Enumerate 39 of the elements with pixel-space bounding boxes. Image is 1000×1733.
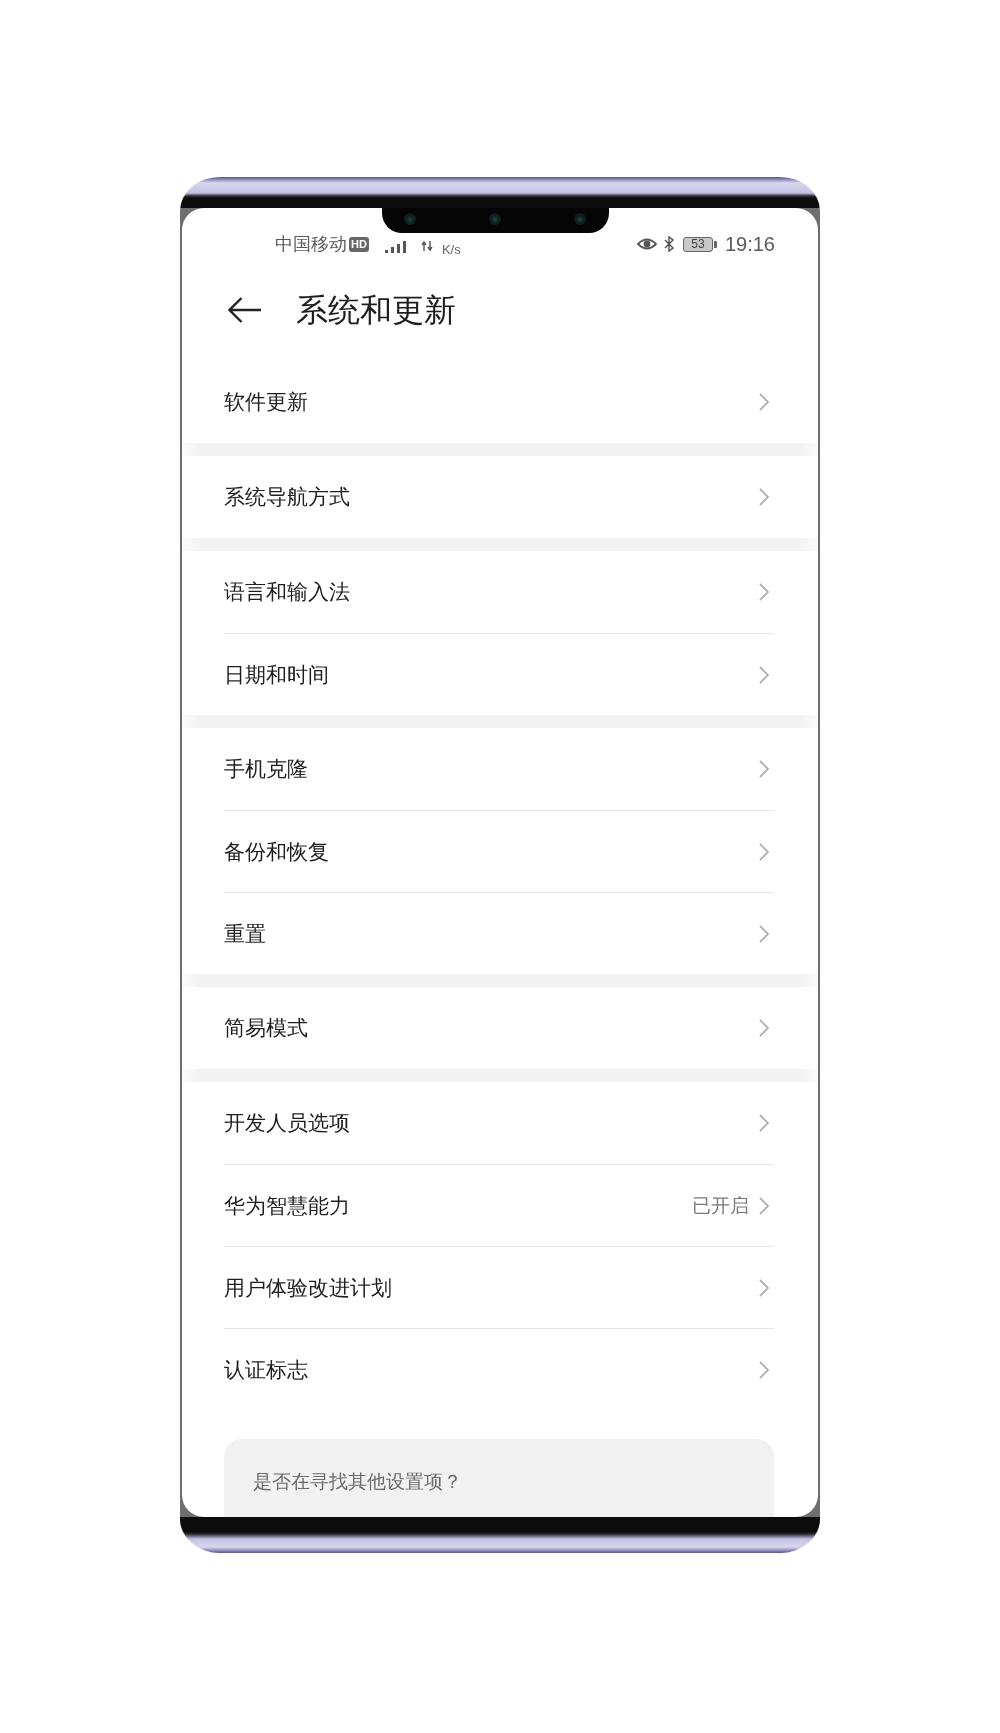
settings-item[interactable]: 系统导航方式 [224,456,774,538]
battery-indicator: 53 [682,236,717,252]
hd-badge: HD [349,236,369,252]
chevron-right-icon [759,842,769,861]
settings-item[interactable]: 软件更新 [224,361,774,443]
chevron-right-icon [759,665,769,684]
status-time: 19:16 [724,234,775,254]
carrier-name: 中国移动 [275,234,347,254]
network-speed-unit: K/s [441,243,461,257]
chevron-right-icon [759,583,769,601]
chevron-right-icon [759,1019,769,1037]
settings-item[interactable]: 手机克隆 [224,728,774,810]
settings-item[interactable]: 简易模式 [224,987,774,1069]
settings-item[interactable]: 用户体验改进计划 [224,1246,774,1328]
chevron-right-icon [759,488,769,506]
settings-item[interactable]: 语言和输入法 [224,551,774,633]
chevron-right-icon [759,1278,769,1297]
chevron-right-icon [759,760,769,778]
data-arrows-icon [420,241,433,251]
back-button[interactable] [228,296,262,323]
camera-lens-icon [489,213,501,225]
camera-lens-icon [574,213,586,225]
camera-lens-icon [404,213,416,225]
chevron-right-icon [759,393,769,411]
chevron-right-icon [759,924,769,943]
signal-icon [384,241,407,253]
chevron-right-icon [759,1196,769,1215]
settings-item[interactable]: 认证标志 [224,1328,774,1410]
suggestion-question: 是否在寻找其他设置项？ [253,1470,462,1492]
settings-item[interactable]: 备份和恢复 [224,810,774,892]
page-title: 系统和更新 [296,289,456,330]
chevron-right-icon [759,1360,769,1379]
item-status: 已开启 [692,1192,749,1218]
eye-icon [636,237,657,251]
chevron-right-icon [759,1114,769,1132]
settings-item[interactable]: 开发人员选项 [224,1082,774,1164]
bluetooth-icon [663,236,674,252]
back-arrow-icon [228,296,262,323]
settings-item[interactable]: 华为智慧能力 已开启 [224,1164,774,1246]
